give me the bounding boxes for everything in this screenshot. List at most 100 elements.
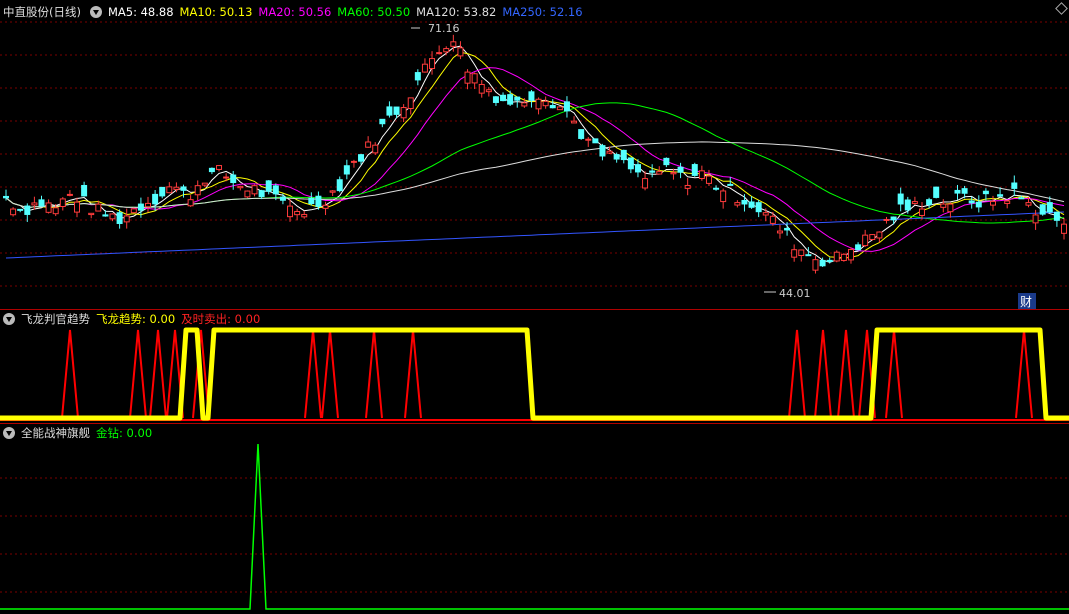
candle-body [173, 186, 180, 190]
sell-spike [129, 329, 147, 419]
candle-body [1025, 202, 1032, 206]
candle-body [670, 172, 677, 175]
candle [159, 186, 166, 199]
candle [457, 41, 464, 60]
candle [116, 209, 123, 229]
candle-body [1018, 197, 1025, 200]
indicator2-grid [0, 477, 1069, 593]
candle [421, 58, 428, 73]
candle-body [755, 202, 762, 213]
candle-body [336, 179, 343, 192]
candle-body [784, 227, 791, 231]
low-marker-label: 44.01 [779, 287, 811, 300]
candle-body [492, 96, 499, 103]
candle [620, 149, 627, 164]
candle-body [365, 141, 372, 148]
candle-body [152, 193, 159, 205]
candle-body [180, 186, 187, 191]
candle-body [542, 100, 549, 107]
candle-body [265, 180, 272, 192]
candle-body [258, 190, 265, 198]
ma60-value: MA60: 50.50 [337, 5, 411, 19]
candle [152, 190, 159, 211]
candle-body [741, 199, 748, 205]
candle-body [918, 208, 925, 216]
candle [1061, 217, 1067, 240]
candle [627, 157, 634, 174]
candle [556, 105, 563, 111]
candle-body [485, 89, 492, 93]
ma-line-ma120 [5, 141, 1065, 209]
candle [776, 224, 783, 239]
candle [528, 89, 535, 108]
candle-body [407, 97, 414, 110]
stock-name[interactable]: 中直股份(日线) [3, 5, 81, 19]
candle-body [989, 200, 996, 206]
candle [88, 212, 95, 219]
candle-body [571, 120, 578, 124]
candle-body [500, 94, 507, 102]
candle-body [776, 230, 783, 234]
candle [968, 196, 975, 209]
candle-body [585, 138, 592, 141]
candle-body [230, 174, 237, 184]
candle-body [393, 106, 400, 115]
candle-body [840, 253, 847, 261]
candle-body [748, 201, 755, 208]
low-marker: 44.01 [764, 287, 811, 300]
candle [372, 142, 379, 156]
indicator2-name[interactable]: 全能战神旗舰 [21, 426, 90, 440]
candle-body [720, 190, 727, 203]
ma120-value: MA120: 53.82 [416, 5, 497, 19]
zhanshen-indicator-chart[interactable] [0, 424, 1069, 614]
candle [464, 69, 471, 90]
candle-body [102, 214, 109, 217]
candle [123, 208, 130, 229]
sell-spike [149, 329, 167, 419]
candle-body [52, 207, 59, 215]
candle [336, 176, 343, 193]
candle [24, 203, 31, 222]
candle-body [244, 190, 251, 198]
candle-body [1004, 200, 1011, 204]
candle [31, 196, 38, 210]
candle [670, 168, 677, 180]
candle-body [24, 205, 31, 215]
indicator1-name[interactable]: 飞龙判官趋势 [21, 312, 90, 326]
candle [1039, 204, 1046, 216]
candle [500, 92, 507, 102]
candle [684, 178, 691, 196]
candle [940, 199, 947, 213]
candle [145, 196, 152, 213]
candle-body [81, 184, 88, 197]
trend-line-path [0, 327, 1069, 421]
candle-body [137, 203, 144, 211]
candle [187, 195, 194, 207]
sell-spike [885, 329, 903, 419]
price-chart[interactable]: 71.16 44.01 财 [0, 0, 1069, 310]
candle-body [66, 193, 73, 196]
indicator2-collapse-icon[interactable] [3, 427, 15, 439]
candle [826, 257, 833, 264]
candle-body [798, 249, 805, 257]
candle-body [74, 201, 81, 213]
finance-marker[interactable]: 财 [1018, 293, 1036, 309]
collapse-icon[interactable] [89, 6, 102, 18]
candle-body [251, 185, 258, 195]
candle-body [10, 208, 17, 216]
candle-body [819, 259, 826, 267]
candle [741, 194, 748, 212]
candle [713, 185, 720, 191]
diamond-value: 金钻: 0.00 [96, 426, 153, 440]
indicator1-collapse-icon[interactable] [3, 313, 15, 325]
candle-body [343, 165, 350, 175]
candle [38, 195, 45, 207]
candle [840, 253, 847, 262]
candle [507, 90, 514, 106]
candle-body [287, 205, 294, 218]
candle-body [911, 201, 918, 205]
diamond-signal-line [0, 443, 1069, 610]
candle-body [301, 213, 308, 218]
candle [386, 101, 393, 118]
candle-body [698, 170, 705, 179]
